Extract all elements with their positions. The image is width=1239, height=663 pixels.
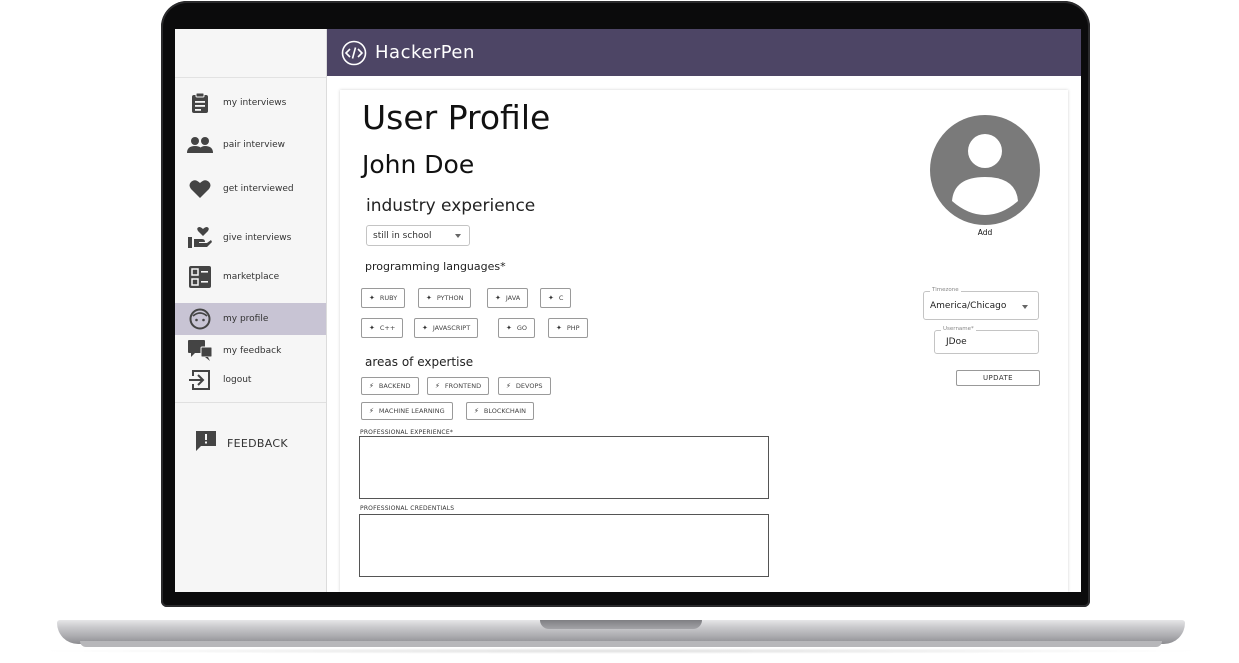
bolt-icon: ⚡ xyxy=(506,382,511,390)
people-icon xyxy=(187,132,213,158)
app-title: HackerPen xyxy=(375,42,475,63)
chip-php[interactable]: ✦ PHP xyxy=(548,318,588,338)
feedback-button[interactable]: FEEDBACK xyxy=(195,431,288,455)
face-icon xyxy=(187,306,213,332)
sidebar-top xyxy=(175,29,326,78)
sidebar-item-my-feedback[interactable]: my feedback xyxy=(175,335,326,367)
sidebar-item-label: my feedback xyxy=(223,346,282,356)
bolt-icon: ⚡ xyxy=(474,407,479,415)
sparkle-icon: ✦ xyxy=(369,324,375,332)
sidebar-item-pair-interview[interactable]: pair interview xyxy=(175,129,326,161)
laptop-screen: my interviews pair interview get intervi… xyxy=(175,29,1081,592)
username-value: JDoe xyxy=(946,337,967,347)
person-avatar-icon xyxy=(930,115,1040,225)
sparkle-icon: ✦ xyxy=(556,324,562,332)
chip-machine-learning[interactable]: ⚡ MACHINE LEARNING xyxy=(361,402,453,420)
chip-go[interactable]: ✦ GO xyxy=(498,318,536,338)
sidebar-item-my-profile[interactable]: my profile xyxy=(175,303,326,335)
timezone-select[interactable]: Timezone America/Chicago xyxy=(923,287,1039,320)
list-grid-icon xyxy=(187,264,213,290)
sidebar-item-label: logout xyxy=(223,375,252,385)
chip-frontend[interactable]: ⚡ FRONTEND xyxy=(427,377,490,395)
sparkle-icon: ✦ xyxy=(422,324,428,332)
avatar[interactable] xyxy=(930,115,1040,225)
update-button[interactable]: UPDATE xyxy=(956,370,1040,386)
bolt-icon: ⚡ xyxy=(369,382,374,390)
feedback-label: FEEDBACK xyxy=(227,436,288,450)
programming-languages-heading: programming languages* xyxy=(365,260,506,273)
bolt-icon: ⚡ xyxy=(369,407,374,415)
code-logo-icon xyxy=(341,40,367,66)
chip-cpp[interactable]: ✦ C++ xyxy=(361,318,404,338)
logout-icon xyxy=(187,367,213,393)
chip-blockchain[interactable]: ⚡ BLOCKCHAIN xyxy=(466,402,534,420)
sidebar-item-logout[interactable]: logout xyxy=(175,364,326,396)
chip-java[interactable]: ✦ JAVA xyxy=(487,288,529,308)
chip-devops[interactable]: ⚡ DEVOPS xyxy=(498,377,551,395)
sparkle-icon: ✦ xyxy=(495,294,501,302)
username-label: Username* xyxy=(941,326,976,332)
chevron-down-icon xyxy=(455,233,461,238)
clipboard-icon xyxy=(187,90,213,116)
timezone-label: Timezone xyxy=(930,287,961,293)
chip-c[interactable]: ✦ C xyxy=(540,288,572,308)
sidebar-item-label: my profile xyxy=(223,314,269,324)
chevron-down-icon xyxy=(1022,305,1028,309)
sidebar-item-get-interviewed[interactable]: get interviewed xyxy=(175,173,326,205)
bolt-icon: ⚡ xyxy=(435,382,440,390)
sidebar-item-label: pair interview xyxy=(223,140,285,150)
professional-credentials-textarea[interactable] xyxy=(359,514,769,577)
timezone-value: America/Chicago xyxy=(930,300,1007,311)
professional-experience-label: PROFESSIONAL EXPERIENCE* xyxy=(360,429,454,436)
chip-javascript[interactable]: ✦ JAVASCRIPT xyxy=(414,318,479,338)
industry-experience-value: still in school xyxy=(373,230,432,241)
areas-of-expertise-heading: areas of expertise xyxy=(365,355,474,369)
sparkle-icon: ✦ xyxy=(426,294,432,302)
sidebar-item-label: give interviews xyxy=(223,233,292,243)
chip-python[interactable]: ✦ PYTHON xyxy=(418,288,472,308)
chat-bubbles-icon xyxy=(187,338,213,364)
avatar-add-button[interactable]: Add xyxy=(970,228,1000,237)
sidebar-item-label: marketplace xyxy=(223,272,280,282)
feedback-icon xyxy=(195,430,217,456)
app-header: HackerPen xyxy=(327,29,1081,76)
hand-heart-icon xyxy=(187,225,213,251)
sidebar-item-marketplace[interactable]: marketplace xyxy=(175,261,326,293)
chip-backend[interactable]: ⚡ BACKEND xyxy=(361,377,419,395)
sparkle-icon: ✦ xyxy=(506,324,512,332)
page-title: User Profile xyxy=(362,98,551,137)
sidebar: my interviews pair interview get intervi… xyxy=(175,29,327,592)
laptop-shadow xyxy=(30,648,1210,654)
sparkle-icon: ✦ xyxy=(369,294,375,302)
sidebar-item-label: get interviewed xyxy=(223,184,294,194)
professional-credentials-label: PROFESSIONAL CREDENTIALS xyxy=(360,505,455,512)
professional-experience-textarea[interactable] xyxy=(359,436,769,499)
user-name: John Doe xyxy=(362,150,475,179)
profile-card: User Profile John Doe industry experienc… xyxy=(340,90,1068,592)
industry-experience-heading: industry experience xyxy=(366,196,536,216)
sidebar-item-my-interviews[interactable]: my interviews xyxy=(175,87,326,119)
sidebar-item-label: my interviews xyxy=(223,98,287,108)
sidebar-item-give-interviews[interactable]: give interviews xyxy=(175,222,326,254)
industry-experience-select[interactable]: still in school xyxy=(366,225,470,246)
laptop-notch xyxy=(540,620,702,629)
chip-ruby[interactable]: ✦ RUBY xyxy=(361,288,406,308)
sidebar-divider xyxy=(175,402,326,403)
username-field[interactable]: Username* JDoe xyxy=(934,326,1039,354)
laptop-base-front xyxy=(80,641,1162,647)
sparkle-icon: ✦ xyxy=(548,294,554,302)
heart-icon xyxy=(187,176,213,202)
